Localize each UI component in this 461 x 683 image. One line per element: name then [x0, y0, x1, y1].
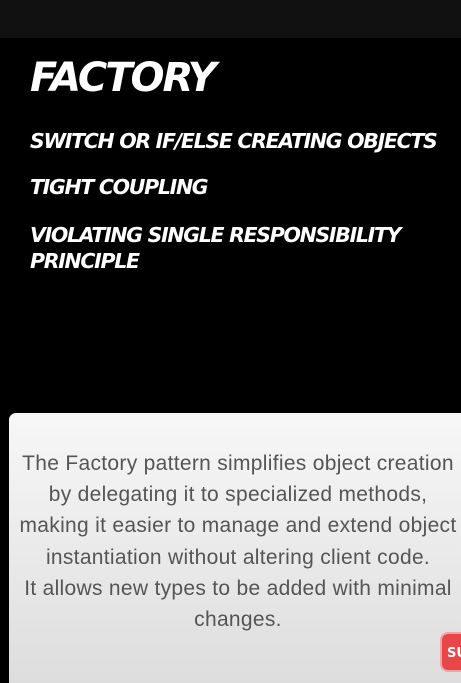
description-line-2: It allows new types to be added with min… [24, 576, 452, 632]
bullet-tight-coupling: TIGHT COUPLING [30, 175, 209, 199]
description-card: The Factory pattern simplifies object cr… [9, 413, 461, 683]
top-bar [0, 0, 461, 38]
description-line-1: The Factory pattern simplifies object cr… [19, 452, 457, 569]
subscribe-label: SU [447, 646, 461, 661]
bullet-violating-srp: VIOLATING SINGLE RESPONSIBILITY PRINCIPL… [30, 223, 402, 273]
subscribe-button[interactable]: SU [440, 632, 461, 672]
description-text: The Factory pattern simplifies object cr… [17, 448, 459, 635]
bullet-list: SWITCH OR IF/ELSE CREATING OBJECTS TIGHT… [30, 126, 450, 290]
bullet-switch-if-else: SWITCH OR IF/ELSE CREATING OBJECTS [30, 129, 438, 153]
slide-title: FACTORY [30, 55, 217, 101]
slide-panel: FACTORY SWITCH OR IF/ELSE CREATING OBJEC… [0, 38, 461, 413]
